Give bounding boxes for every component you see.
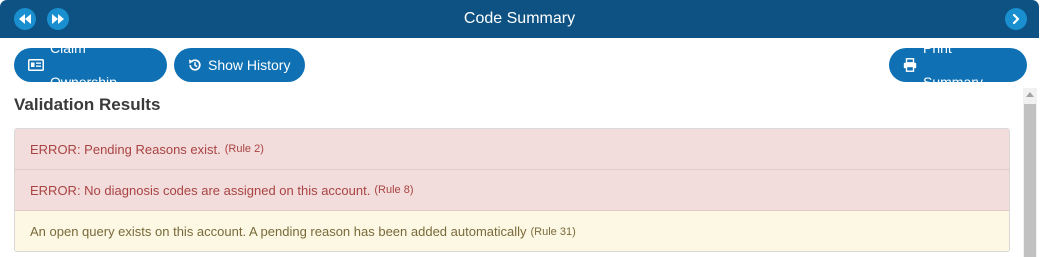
claim-ownership-button[interactable]: Claim Ownership	[14, 40, 167, 90]
claim-ownership-label: Claim Ownership	[50, 40, 117, 90]
scroll-up-arrow-icon[interactable]	[1026, 92, 1034, 97]
header-bar: Code Summary	[0, 0, 1039, 38]
id-card-icon	[28, 59, 44, 71]
show-history-label: Show History	[208, 57, 291, 73]
history-icon	[188, 58, 202, 72]
validation-message: An open query exists on this account. A …	[30, 224, 527, 239]
print-summary-button[interactable]: Print Summary	[889, 40, 1027, 90]
scrollbar-thumb[interactable]	[1024, 104, 1036, 257]
validation-rule: (Rule 2)	[224, 143, 264, 155]
validation-item-warning: An open query exists on this account. A …	[15, 211, 1009, 251]
validation-message: ERROR: No diagnosis codes are assigned o…	[30, 182, 371, 198]
vertical-scrollbar[interactable]	[1023, 88, 1037, 257]
validation-rule: (Rule 8)	[374, 184, 414, 196]
validation-message: ERROR: Pending Reasons exist.	[30, 141, 221, 157]
show-history-button[interactable]: Show History	[174, 48, 305, 82]
chevron-right-icon	[1012, 14, 1020, 24]
validation-item-error: ERROR: No diagnosis codes are assigned o…	[15, 170, 1009, 211]
validation-results-list: ERROR: Pending Reasons exist. (Rule 2) E…	[14, 128, 1010, 252]
validation-rule: (Rule 31)	[530, 225, 576, 238]
next-button[interactable]	[1005, 8, 1027, 30]
validation-results-title: Validation Results	[14, 95, 161, 114]
print-summary-label: Print Summary	[923, 40, 983, 90]
printer-icon	[903, 58, 917, 72]
page-title: Code Summary	[463, 10, 576, 27]
validation-item-error: ERROR: Pending Reasons exist. (Rule 2)	[15, 129, 1009, 170]
